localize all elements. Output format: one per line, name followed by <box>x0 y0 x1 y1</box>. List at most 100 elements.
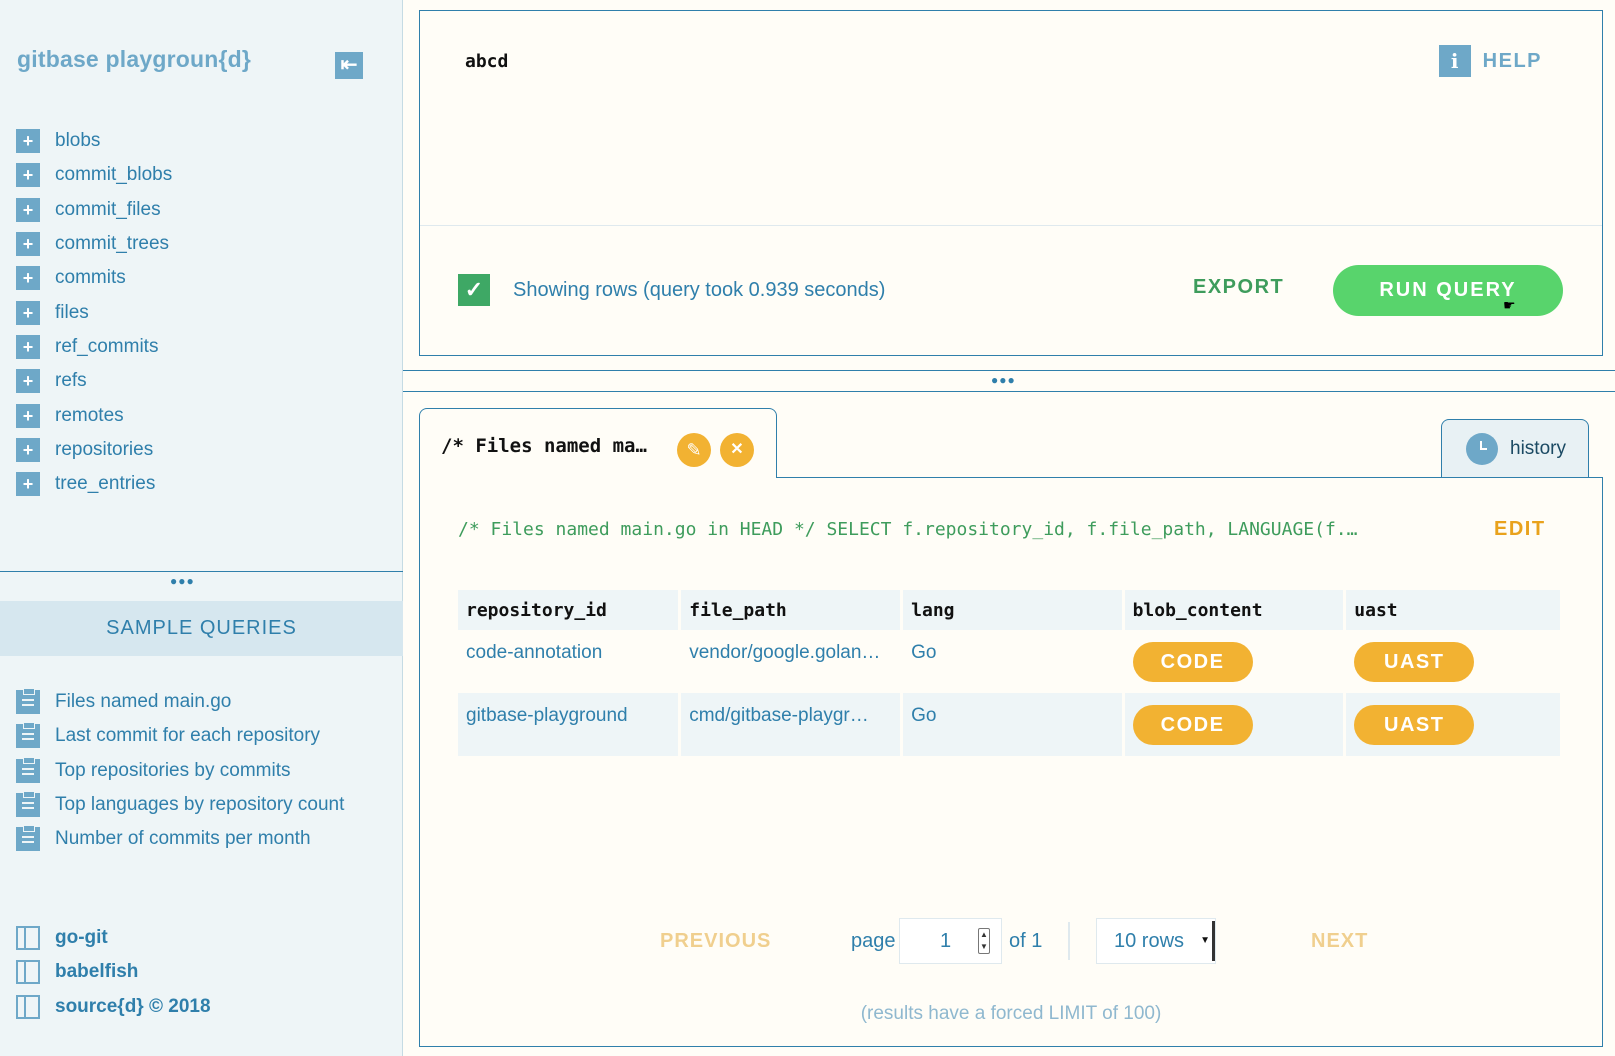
clipboard-icon <box>16 825 40 852</box>
sample-query-item[interactable]: Files named main.go <box>16 685 344 719</box>
plus-icon: + <box>16 129 40 154</box>
column-header: file_path <box>679 590 904 630</box>
plus-icon: + <box>16 437 40 462</box>
link-sourced[interactable]: source{d} © 2018 <box>16 990 211 1024</box>
plus-icon: + <box>16 266 40 291</box>
run-query-button[interactable]: RUN QUERY <box>1333 265 1563 316</box>
cell-uast: UAST <box>1344 693 1563 756</box>
cell-file-path: cmd/gitbase-playgr… <box>679 693 904 756</box>
pager-divider <box>1068 922 1070 960</box>
page-spinner-icon[interactable]: ▲ ▼ <box>978 928 990 954</box>
uast-button[interactable]: UAST <box>1354 704 1475 745</box>
table-item-commit-files[interactable]: + commit_files <box>16 193 172 227</box>
previous-button[interactable]: PREVIOUS <box>660 930 771 953</box>
cell-lang: Go <box>901 630 1125 693</box>
link-label: source{d} © 2018 <box>55 995 211 1017</box>
drag-handle-icon[interactable]: ●●● <box>170 574 195 588</box>
status-text: Showing rows (query took 0.939 seconds) <box>513 278 886 301</box>
clock-icon <box>1466 433 1498 465</box>
column-header: lang <box>901 590 1125 630</box>
table-label: commit_trees <box>55 233 170 255</box>
link-label: babelfish <box>55 961 139 983</box>
mouse-pointer-icon: ☛ <box>1503 297 1516 313</box>
table-item-remotes[interactable]: + remotes <box>16 398 172 432</box>
query-editor-panel: abcd i HELP ✓ Showing rows (query took 0… <box>419 10 1603 356</box>
help-button[interactable]: i HELP <box>1438 45 1542 77</box>
cell-lang: Go <box>901 693 1125 756</box>
history-label: history <box>1510 438 1566 459</box>
query-status: ✓ Showing rows (query took 0.939 seconds… <box>458 274 885 306</box>
table-list: + blobs + commit_blobs + commit_files + comm… <box>16 124 172 501</box>
info-icon: i <box>1438 45 1471 77</box>
close-tab-button[interactable]: ✕ <box>720 433 754 467</box>
edit-query-button[interactable]: EDIT <box>1494 518 1546 541</box>
link-go-git[interactable]: go-git <box>16 921 211 955</box>
cell-repository-id: code-annotation <box>458 630 682 693</box>
sidebar-resize-handle[interactable] <box>0 571 403 572</box>
cell-file-path: vendor/google.golan… <box>679 630 904 693</box>
sample-query-item[interactable]: Top languages by repository count <box>16 788 344 822</box>
table-label: repositories <box>55 438 154 460</box>
panel-icon <box>16 994 40 1019</box>
main-resize-line <box>403 391 1615 392</box>
plus-icon: + <box>16 163 40 188</box>
clipboard-icon <box>16 722 40 749</box>
cell-repository-id: gitbase-playground <box>458 693 682 756</box>
collapse-sidebar-button[interactable]: ⇤ <box>335 52 363 79</box>
sample-query-label: Files named main.go <box>55 691 232 713</box>
code-button[interactable]: CODE <box>1132 641 1253 682</box>
pencil-icon: ✎ <box>686 440 702 460</box>
footer-links: go-git babelfish source{d} © 2018 <box>16 921 211 1024</box>
column-header: blob_content <box>1123 590 1347 630</box>
sample-query-item[interactable]: Top repositories by commits <box>16 754 344 788</box>
plus-icon: + <box>16 403 40 428</box>
plus-icon: + <box>16 197 40 222</box>
help-label: HELP <box>1482 49 1542 72</box>
table-item-refs[interactable]: + refs <box>16 364 172 398</box>
sample-queries-header: SAMPLE QUERIES <box>0 601 403 656</box>
table-label: commits <box>55 267 126 289</box>
table-item-commit-blobs[interactable]: + commit_blobs <box>16 158 172 192</box>
column-header: repository_id <box>458 590 682 630</box>
edit-tab-button[interactable]: ✎ <box>677 433 711 467</box>
check-icon: ✓ <box>458 274 490 306</box>
table-label: commit_blobs <box>55 164 173 186</box>
panel-icon <box>16 960 40 985</box>
link-babelfish[interactable]: babelfish <box>16 955 211 989</box>
pagination: PREVIOUS page 1 ▲ ▼ of 1 10 rows ▼ NEXT <box>420 918 1602 968</box>
table-item-commit-trees[interactable]: + commit_trees <box>16 227 172 261</box>
table-label: ref_commits <box>55 335 159 357</box>
history-tab[interactable]: history <box>1441 419 1589 478</box>
table-item-blobs[interactable]: + blobs <box>16 124 172 158</box>
code-button[interactable]: CODE <box>1132 704 1253 745</box>
table-item-ref-commits[interactable]: + ref_commits <box>16 330 172 364</box>
table-label: commit_files <box>55 198 161 220</box>
sample-query-item[interactable]: Last commit for each repository <box>16 719 344 753</box>
table-item-tree-entries[interactable]: + tree_entries <box>16 467 172 501</box>
panel-icon <box>16 926 40 951</box>
table-item-repositories[interactable]: + repositories <box>16 433 172 467</box>
sample-query-list: Files named main.go Last commit for each… <box>16 685 344 856</box>
sample-query-label: Top languages by repository count <box>55 794 345 816</box>
clipboard-icon <box>16 791 40 818</box>
results-table: repository_id file_path lang blob_conten… <box>458 590 1563 756</box>
plus-icon: + <box>16 232 40 257</box>
cell-blob-content: CODE <box>1123 693 1347 756</box>
table-label: remotes <box>55 404 124 426</box>
rows-per-page-select[interactable]: 10 rows ▼ <box>1096 918 1216 964</box>
drag-handle-icon[interactable]: ●●● <box>991 373 1016 387</box>
sample-query-label: Number of commits per month <box>55 828 311 850</box>
sample-query-label: Top repositories by commits <box>55 759 291 781</box>
next-button[interactable]: NEXT <box>1311 930 1368 953</box>
query-editor-input[interactable]: abcd <box>465 51 508 72</box>
export-button[interactable]: EXPORT <box>1193 276 1284 299</box>
table-item-commits[interactable]: + commits <box>16 261 172 295</box>
sample-query-item[interactable]: Number of commits per month <box>16 822 344 856</box>
table-row: code-annotation vendor/google.golan… Go … <box>458 630 1563 693</box>
result-tab-active[interactable]: /* Files named ma… ✎ ✕ <box>419 408 777 478</box>
cell-blob-content: CODE <box>1123 630 1347 693</box>
page-total-label: of 1 <box>1009 930 1043 952</box>
uast-button[interactable]: UAST <box>1354 641 1475 682</box>
table-item-files[interactable]: + files <box>16 295 172 329</box>
plus-icon: + <box>16 369 40 394</box>
